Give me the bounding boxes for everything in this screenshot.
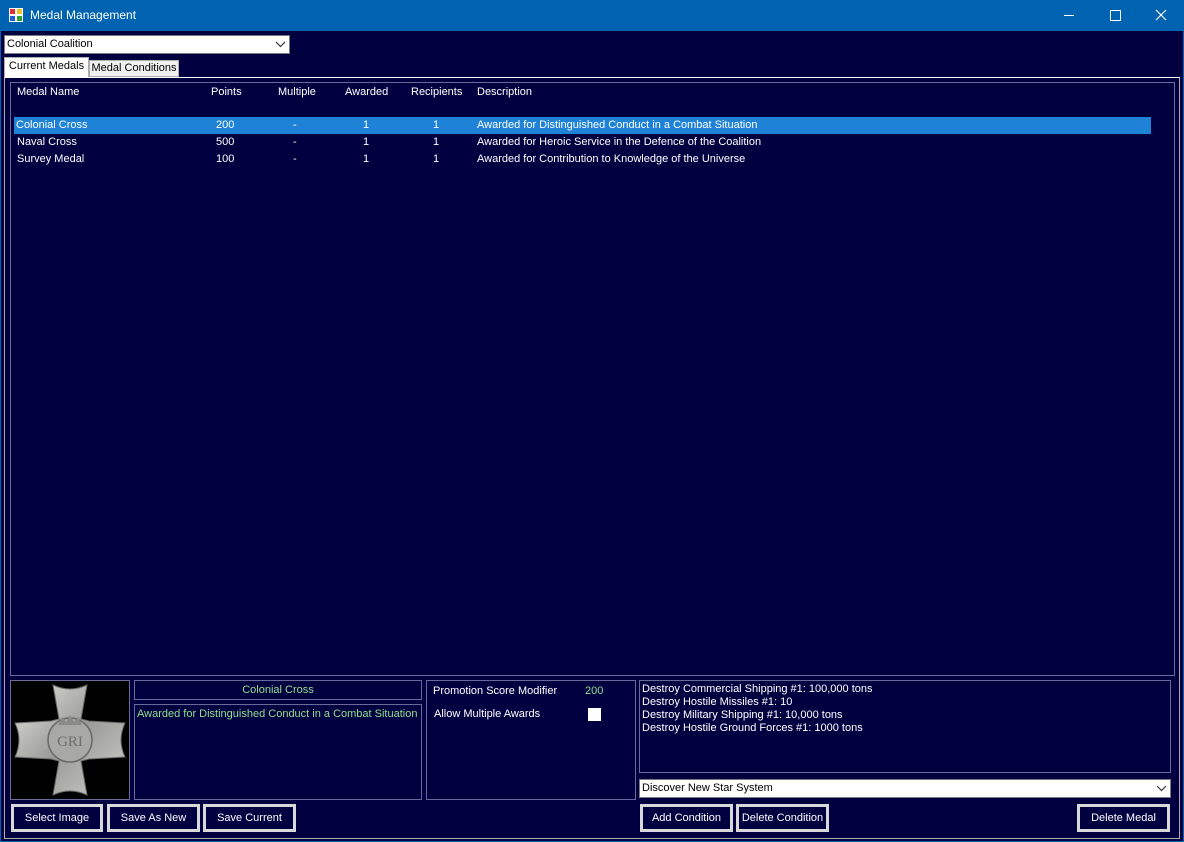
condition-dropdown[interactable]: Discover New Star System [639, 779, 1171, 798]
condition-dropdown-value: Discover New Star System [642, 782, 773, 794]
medal-description-field[interactable]: Awarded for Distinguished Conduct in a C… [134, 704, 422, 800]
column-header-description[interactable]: Description [477, 86, 532, 100]
conditions-list[interactable]: Destroy Commercial Shipping #1: 100,000 … [639, 680, 1171, 773]
description-cell: Awarded for Contribution to Knowledge of… [477, 153, 746, 165]
window-title: Medal Management [30, 8, 137, 22]
medal-image[interactable]: GRI [10, 680, 130, 800]
minimize-icon [1064, 15, 1074, 16]
minimize-button[interactable] [1046, 0, 1092, 31]
medal-options-panel [426, 680, 636, 800]
column-header-multiple[interactable]: Multiple [278, 86, 316, 100]
medal-list[interactable] [10, 82, 1175, 676]
tab-medal-conditions[interactable]: Medal Conditions [89, 60, 179, 77]
list-item[interactable]: Destroy Military Shipping #1: 10,000 ton… [642, 709, 1168, 722]
description-cell: Awarded for Distinguished Conduct in a C… [477, 119, 758, 131]
medal-cypher: GRI [57, 734, 83, 750]
save-as-new-button[interactable]: Save As New [107, 804, 200, 832]
points-cell: 100 [216, 153, 235, 165]
recipients-cell: 1 [433, 119, 440, 131]
points-cell: 200 [216, 119, 235, 131]
multiple-cell: - [293, 136, 297, 148]
awarded-cell: 1 [363, 136, 370, 148]
column-header-medal-name[interactable]: Medal Name [17, 86, 79, 100]
medal-name-cell: Naval Cross [17, 136, 77, 148]
multiple-cell: - [293, 119, 297, 131]
close-icon [1155, 9, 1167, 21]
chevron-down-icon[interactable] [272, 36, 289, 53]
medal-name-field[interactable]: Colonial Cross [134, 680, 422, 700]
add-condition-button[interactable]: Add Condition [640, 804, 733, 832]
column-header-recipients[interactable]: Recipients [411, 86, 462, 100]
allow-multiple-label: Allow Multiple Awards [434, 708, 541, 720]
maximize-icon [1110, 10, 1121, 21]
multiple-cell: - [293, 153, 297, 165]
medal-cross-image: GRI [14, 684, 126, 796]
recipients-cell: 1 [433, 153, 440, 165]
list-item[interactable]: Destroy Hostile Missiles #1: 10 [642, 696, 1168, 709]
awarded-cell: 1 [363, 119, 370, 131]
awarded-cell: 1 [363, 153, 370, 165]
table-row[interactable]: Survey Medal 100 - 1 1 Awarded for Contr… [14, 151, 1151, 168]
save-current-button[interactable]: Save Current [203, 804, 296, 832]
tab-current-medals[interactable]: Current Medals [4, 57, 89, 77]
table-row[interactable]: Colonial Cross 200 - 1 1 Awarded for Dis… [14, 117, 1151, 134]
race-dropdown[interactable]: Colonial Coalition [4, 35, 290, 54]
column-header-points[interactable]: Points [211, 86, 242, 100]
delete-medal-button[interactable]: Delete Medal [1077, 804, 1170, 832]
delete-condition-button[interactable]: Delete Condition [736, 804, 829, 832]
promotion-score-label: Promotion Score Modifier [433, 685, 558, 697]
points-cell: 500 [216, 136, 235, 148]
chevron-down-icon[interactable] [1153, 780, 1170, 797]
allow-multiple-checkbox[interactable] [588, 708, 601, 721]
recipients-cell: 1 [433, 136, 440, 148]
description-cell: Awarded for Heroic Service in the Defenc… [477, 136, 762, 148]
medal-name-cell: Colonial Cross [16, 119, 88, 131]
close-button[interactable] [1138, 0, 1184, 31]
race-dropdown-value: Colonial Coalition [7, 38, 93, 50]
medal-name-cell: Survey Medal [17, 153, 85, 165]
title-bar: Medal Management [0, 0, 1184, 31]
table-row[interactable]: Naval Cross 500 - 1 1 Awarded for Heroic… [14, 134, 1151, 151]
promotion-score-field[interactable]: 200 [585, 685, 603, 697]
select-image-button[interactable]: Select Image [11, 804, 103, 832]
maximize-button[interactable] [1092, 0, 1138, 31]
list-item[interactable]: Destroy Hostile Ground Forces #1: 1000 t… [642, 722, 1168, 735]
app-icon [9, 8, 23, 22]
list-item[interactable]: Destroy Commercial Shipping #1: 100,000 … [642, 683, 1168, 696]
column-header-awarded[interactable]: Awarded [345, 86, 388, 100]
